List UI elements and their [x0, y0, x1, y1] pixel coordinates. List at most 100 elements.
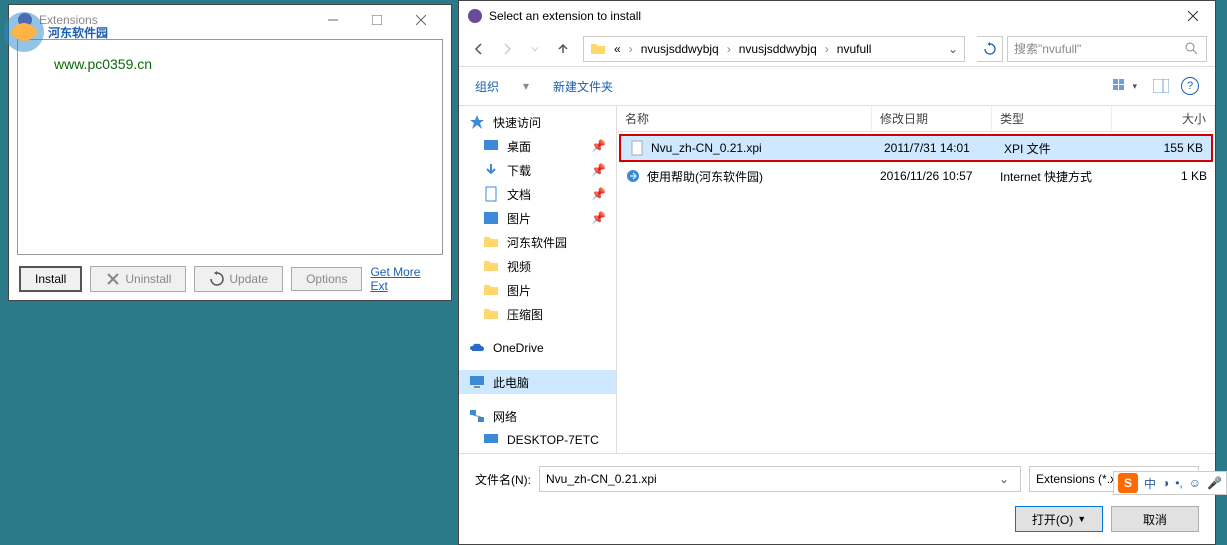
star-icon	[469, 114, 485, 130]
file-date: 2016/11/26 10:57	[872, 167, 992, 185]
search-input[interactable]: 搜索"nvufull"	[1007, 36, 1207, 62]
search-icon	[1184, 41, 1200, 57]
ime-moon-icon[interactable]: ◑	[1162, 476, 1169, 490]
folder-icon	[483, 282, 499, 298]
nav-up-button[interactable]	[551, 37, 575, 61]
maximize-button[interactable]	[355, 6, 399, 34]
file-date: 2011/7/31 14:01	[876, 139, 996, 157]
preview-pane-button[interactable]	[1149, 79, 1173, 93]
breadcrumb-bar[interactable]: « › nvusjsddwybjq › nvusjsddwybjq › nvuf…	[583, 36, 965, 62]
sidebar-item-downloads[interactable]: 下载📌	[459, 158, 616, 182]
sidebar-item-pictures2[interactable]: 图片	[459, 278, 616, 302]
sidebar-network[interactable]: 网络	[459, 404, 616, 428]
file-icon	[629, 140, 645, 156]
network-icon	[469, 408, 485, 424]
filename-input[interactable]: Nvu_zh-CN_0.21.xpi ⌄	[539, 466, 1021, 492]
sidebar-item-documents[interactable]: 文档📌	[459, 182, 616, 206]
search-placeholder: 搜索"nvufull"	[1014, 40, 1081, 57]
organize-menu[interactable]: 组织	[475, 78, 499, 95]
crumb-overflow[interactable]: «	[610, 42, 625, 56]
crumb-item[interactable]: nvusjsddwybjq	[735, 42, 821, 56]
update-icon	[209, 271, 225, 287]
filename-label: 文件名(N):	[475, 471, 531, 488]
file-type: Internet 快捷方式	[992, 166, 1112, 187]
crumb-item[interactable]: nvusjsddwybjq	[637, 42, 723, 56]
options-button[interactable]: Options	[291, 267, 362, 291]
file-open-dialog: Select an extension to install « › nvusj…	[458, 0, 1216, 545]
open-dropdown-icon: ▼	[1077, 514, 1086, 524]
help-button[interactable]: ?	[1181, 77, 1199, 95]
ime-emoji-icon[interactable]: ☺	[1189, 476, 1201, 490]
sidebar-item-compressed[interactable]: 压缩图	[459, 302, 616, 326]
update-button[interactable]: Update	[194, 266, 283, 292]
column-date[interactable]: 修改日期	[872, 106, 992, 131]
file-type: XPI 文件	[996, 138, 1116, 159]
pc-icon	[483, 432, 499, 448]
file-row[interactable]: 使用帮助(河东软件园) 2016/11/26 10:57 Internet 快捷…	[617, 164, 1215, 188]
file-size: 155 KB	[1116, 139, 1211, 157]
ime-mode[interactable]: 中	[1144, 475, 1156, 492]
sidebar-onedrive[interactable]: OneDrive	[459, 336, 616, 360]
folder-icon	[483, 258, 499, 274]
extensions-list[interactable]	[17, 39, 443, 255]
chevron-right-icon: ›	[723, 42, 735, 56]
extensions-title: Extensions	[39, 13, 311, 27]
download-icon	[483, 162, 499, 178]
file-size: 1 KB	[1112, 167, 1215, 185]
filename-dropdown[interactable]: ⌄	[994, 472, 1014, 486]
column-name[interactable]: 名称	[617, 106, 872, 131]
sidebar-network-pc[interactable]: DESKTOP-7ETC	[459, 428, 616, 452]
app-icon	[17, 12, 33, 28]
file-list: 名称 修改日期 类型 大小 Nvu_zh-CN_0.21.xpi 2011/7/…	[617, 106, 1215, 453]
chevron-right-icon: ›	[821, 42, 833, 56]
pin-icon: 📌	[591, 211, 606, 225]
open-button[interactable]: 打开(O)▼	[1015, 506, 1103, 532]
folder-icon	[483, 306, 499, 322]
refresh-button[interactable]	[977, 36, 1003, 62]
extensions-titlebar[interactable]: Extensions	[9, 5, 451, 35]
ime-mic-icon[interactable]: 🎤	[1207, 476, 1222, 490]
sidebar-quick-access[interactable]: 快速访问	[459, 110, 616, 134]
nav-recent-dropdown[interactable]	[523, 37, 547, 61]
install-button[interactable]: Install	[19, 266, 82, 292]
file-name: Nvu_zh-CN_0.21.xpi	[651, 141, 762, 155]
column-type[interactable]: 类型	[992, 106, 1112, 131]
ime-toolbar[interactable]: S 中 ◑ •, ☺ 🎤	[1113, 471, 1227, 495]
file-name: 使用帮助(河东软件园)	[647, 168, 763, 185]
close-button[interactable]	[399, 6, 443, 34]
sidebar-item-pictures[interactable]: 图片📌	[459, 206, 616, 230]
pin-icon: 📌	[591, 187, 606, 201]
sidebar-item-desktop[interactable]: 桌面📌	[459, 134, 616, 158]
onedrive-icon	[469, 340, 485, 356]
crumb-item[interactable]: nvufull	[833, 42, 876, 56]
sidebar-item-videos[interactable]: 视频	[459, 254, 616, 278]
chevron-right-icon: ›	[625, 42, 637, 56]
dialog-titlebar[interactable]: Select an extension to install	[459, 1, 1215, 31]
nav-forward-button[interactable]	[495, 37, 519, 61]
pin-icon: 📌	[591, 139, 606, 153]
file-row[interactable]: Nvu_zh-CN_0.21.xpi 2011/7/31 14:01 XPI 文…	[621, 136, 1211, 160]
pin-icon: 📌	[591, 163, 606, 177]
pc-icon	[469, 374, 485, 390]
view-mode-button[interactable]: ▾	[1109, 79, 1141, 93]
folder-icon	[590, 41, 606, 57]
cancel-button[interactable]: 取消	[1111, 506, 1199, 532]
ime-sogou-icon[interactable]: S	[1118, 473, 1138, 493]
new-folder-button[interactable]: 新建文件夹	[553, 78, 613, 95]
extensions-window: Extensions Install Uninstall Update Opti…	[8, 4, 452, 301]
column-size[interactable]: 大小	[1112, 106, 1215, 131]
get-more-extensions-link[interactable]: Get More Ext	[370, 265, 441, 293]
uninstall-button[interactable]: Uninstall	[90, 266, 186, 292]
sidebar: 快速访问 桌面📌 下载📌 文档📌 图片📌 河东软件园 视频 图片 压缩图 One…	[459, 106, 617, 453]
crumb-dropdown[interactable]: ⌄	[942, 42, 964, 56]
sidebar-this-pc[interactable]: 此电脑	[459, 370, 616, 394]
dialog-title: Select an extension to install	[489, 9, 1171, 23]
pictures-icon	[483, 210, 499, 226]
ime-punct-icon[interactable]: •,	[1175, 476, 1183, 490]
nav-back-button[interactable]	[467, 37, 491, 61]
document-icon	[483, 186, 499, 202]
sidebar-item-folder[interactable]: 河东软件园	[459, 230, 616, 254]
dialog-close-button[interactable]	[1171, 2, 1215, 30]
minimize-button[interactable]	[311, 6, 355, 34]
dialog-app-icon	[467, 8, 483, 24]
